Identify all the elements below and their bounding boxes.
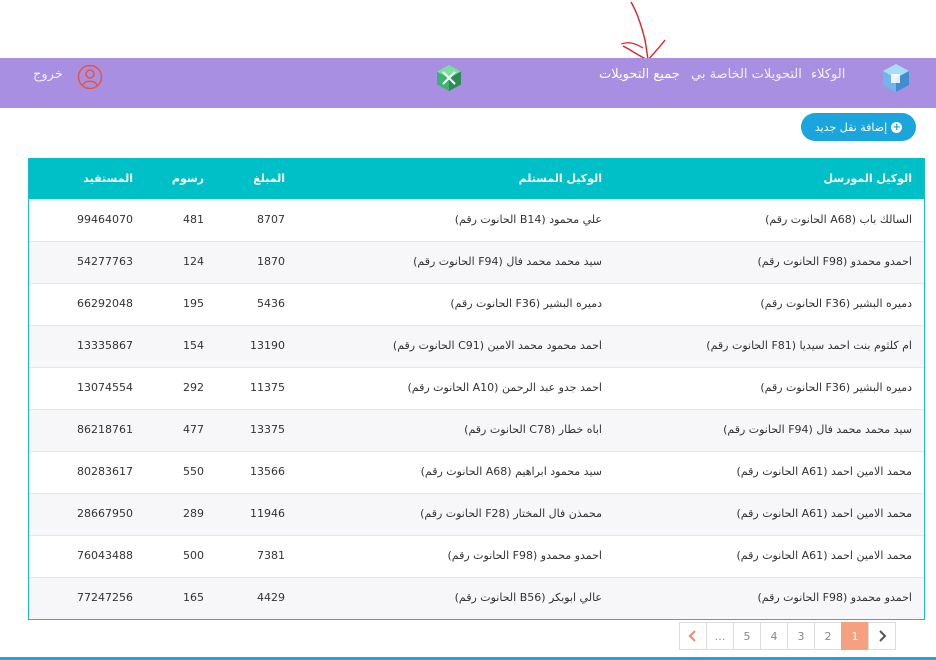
cell-fee: 195 <box>183 297 204 310</box>
pagination-page[interactable]: 3 <box>787 622 815 650</box>
cell-fee: 550 <box>183 465 204 478</box>
cell-beneficiary: 77247256 <box>77 591 133 604</box>
cell-fee: 154 <box>183 339 204 352</box>
cell-receiver: سيد محمد محمد فال (F94 الحانوت رقم) <box>413 255 602 268</box>
cell-beneficiary: 86218761 <box>77 423 133 436</box>
nav-link-my-transfers[interactable]: التحويلات الخاصة بي <box>691 67 802 82</box>
cell-beneficiary: 28667950 <box>77 507 133 520</box>
cell-receiver: سيد محمود ابراهيم (A68 الحانوت رقم) <box>420 465 602 478</box>
table-row[interactable]: دميره البشير (F36 الحانوت رقم) دميره الب… <box>29 283 924 325</box>
cell-sender: محمد الامين احمد (A61 الحانوت رقم) <box>736 549 912 562</box>
cell-sender: سيد محمد محمد فال (F94 الحانوت رقم) <box>723 423 912 436</box>
cell-amount: 7381 <box>257 549 285 562</box>
cell-sender: السالك باب (A68 الحانوت رقم) <box>765 213 912 226</box>
cell-sender: محمد الامين احمد (A61 الحانوت رقم) <box>736 507 912 520</box>
pagination-page[interactable]: 2 <box>814 622 842 650</box>
table-row[interactable]: احمدو محمدو (F98 الحانوت رقم) عالي ابوبك… <box>29 577 924 619</box>
table-row[interactable]: ام كلثوم بنت احمد سيديا (F81 الحانوت رقم… <box>29 325 924 367</box>
cell-amount: 13375 <box>250 423 285 436</box>
header-sender: الوكيل المورسل <box>823 172 912 185</box>
cell-fee: 292 <box>183 381 204 394</box>
top-blank-area <box>0 0 936 58</box>
cell-receiver: محمذن فال المختار (F28 الحانوت رقم) <box>420 507 602 520</box>
cell-fee: 481 <box>183 213 204 226</box>
logout-link[interactable]: خروج <box>33 67 63 82</box>
cell-receiver: علي محمود (B14 الحانوت رقم) <box>454 213 602 226</box>
table-row[interactable]: محمد الامين احمد (A61 الحانوت رقم) سيد م… <box>29 451 924 493</box>
cell-amount: 1870 <box>257 255 285 268</box>
pagination-page[interactable]: 4 <box>760 622 788 650</box>
cell-beneficiary: 66292048 <box>77 297 133 310</box>
cell-receiver: اباه خطار (C78 الحانوت رقم) <box>464 423 602 436</box>
cell-sender: محمد الامين احمد (A61 الحانوت رقم) <box>736 465 912 478</box>
navbar <box>0 58 936 108</box>
cell-sender: دميره البشير (F36 الحانوت رقم) <box>760 297 912 310</box>
table-header: الوكيل المورسل الوكيل المستلم المبلغ رسو… <box>29 158 924 199</box>
header-amount: المبلغ <box>253 172 285 185</box>
cell-receiver: احمد محمود محمد الامين (C91 الحانوت رقم) <box>392 339 602 352</box>
pagination-next-chevron-right-icon[interactable] <box>868 622 896 650</box>
brand-cube-icon[interactable] <box>880 62 912 94</box>
table-row[interactable]: سيد محمد محمد فال (F94 الحانوت رقم) اباه… <box>29 409 924 451</box>
cell-fee: 124 <box>183 255 204 268</box>
cell-amount: 5436 <box>257 297 285 310</box>
pagination-page-current[interactable]: 1 <box>841 622 869 650</box>
plus-icon: + <box>891 121 903 133</box>
table-row[interactable]: محمد الامين احمد (A61 الحانوت رقم) محمذن… <box>29 493 924 535</box>
header-receiver: الوكيل المستلم <box>518 172 602 185</box>
pagination-page[interactable]: 5 <box>733 622 761 650</box>
cell-beneficiary: 13335867 <box>77 339 133 352</box>
add-transfer-label: إضافة نقل جديد <box>814 120 888 134</box>
cell-beneficiary: 76043488 <box>77 549 133 562</box>
cell-receiver: احمدو محمدو (F98 الحانوت رقم) <box>447 549 603 562</box>
cell-fee: 477 <box>183 423 204 436</box>
add-transfer-button[interactable]: + إضافة نقل جديد <box>801 113 916 141</box>
cell-amount: 11375 <box>250 381 285 394</box>
cell-fee: 500 <box>183 549 204 562</box>
table-row[interactable]: محمد الامين احمد (A61 الحانوت رقم) احمدو… <box>29 535 924 577</box>
cell-amount: 13566 <box>250 465 285 478</box>
center-logo-icon[interactable] <box>434 63 464 93</box>
cell-amount: 13190 <box>250 339 285 352</box>
header-beneficiary: المستفيد <box>83 172 133 185</box>
cell-amount: 8707 <box>257 213 285 226</box>
nav-link-agents[interactable]: الوكلاء <box>811 67 845 82</box>
nav-link-all-transfers[interactable]: جميع التحويلات <box>599 67 680 82</box>
user-icon[interactable] <box>77 64 103 90</box>
transfers-table: الوكيل المورسل الوكيل المستلم المبلغ رسو… <box>28 158 925 620</box>
cell-sender: احمدو محمدو (F98 الحانوت رقم) <box>757 591 913 604</box>
table-row[interactable]: دميره البشير (F36 الحانوت رقم) احمد جدو … <box>29 367 924 409</box>
cell-sender: ام كلثوم بنت احمد سيديا (F81 الحانوت رقم… <box>706 339 912 352</box>
cell-beneficiary: 13074554 <box>77 381 133 394</box>
cell-beneficiary: 80283617 <box>77 465 133 478</box>
pagination-prev-chevron-left-icon[interactable] <box>679 622 707 650</box>
cell-receiver: دميره البشير (F36 الحانوت رقم) <box>450 297 602 310</box>
cell-sender: دميره البشير (F36 الحانوت رقم) <box>760 381 912 394</box>
cell-sender: احمدو محمدو (F98 الحانوت رقم) <box>757 255 913 268</box>
pagination-ellipsis[interactable]: … <box>706 622 734 650</box>
header-fee: رسوم <box>171 172 204 185</box>
cell-beneficiary: 99464070 <box>77 213 133 226</box>
table-row[interactable]: احمدو محمدو (F98 الحانوت رقم) سيد محمد م… <box>29 241 924 283</box>
pagination: … 5 4 3 2 1 <box>679 622 896 650</box>
cell-beneficiary: 54277763 <box>77 255 133 268</box>
cell-receiver: احمد جدو عبد الرحمن (A10 الحانوت رقم) <box>407 381 603 394</box>
cell-amount: 4429 <box>257 591 285 604</box>
cell-fee: 289 <box>183 507 204 520</box>
table-row[interactable]: السالك باب (A68 الحانوت رقم) علي محمود (… <box>29 199 924 241</box>
hand-drawn-arrow-annotation <box>620 1 666 61</box>
cell-fee: 165 <box>183 591 204 604</box>
cell-receiver: عالي ابوبكر (B56 الحانوت رقم) <box>454 591 602 604</box>
cell-amount: 11946 <box>250 507 285 520</box>
